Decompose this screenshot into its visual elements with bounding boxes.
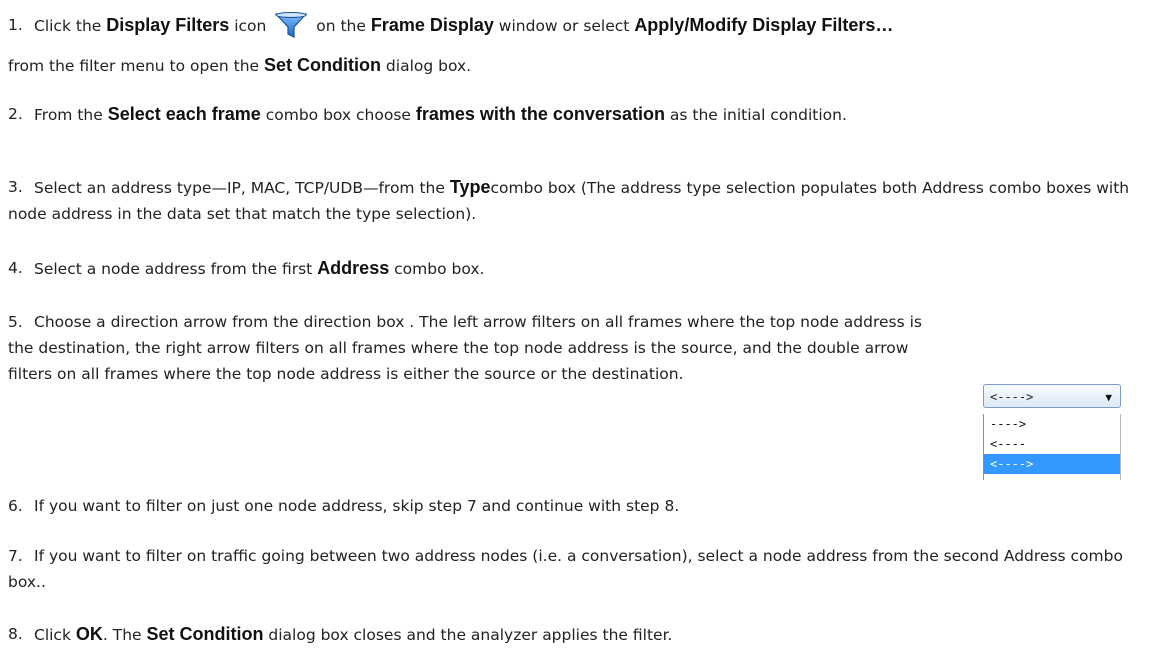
step-3: 3. Select an address type—IP, MAC, TCP/U…	[8, 174, 1155, 227]
step-number: 7.	[8, 547, 23, 565]
step-2: 2. From the Select each frame combo box …	[8, 101, 1155, 128]
step-number: 5.	[8, 313, 23, 331]
step-number: 4.	[8, 259, 23, 277]
step-text: If you want to filter on traffic going b…	[8, 547, 1123, 591]
step-number: 6.	[8, 497, 23, 515]
direction-combo-selected[interactable]: <----> ▼	[983, 384, 1121, 408]
direction-combo-value: <---->	[990, 390, 1034, 404]
direction-option-both[interactable]: <---->	[984, 454, 1120, 474]
dropdown-triangle-icon[interactable]: ▼	[1105, 386, 1112, 410]
step-5: 5. Choose a direction arrow from the dir…	[8, 309, 928, 387]
direction-combo-list: ----> <---- <---->	[983, 414, 1121, 480]
document-page: 1. Click the Display Filters icon on the…	[0, 0, 1159, 661]
direction-option-right[interactable]: ---->	[984, 414, 1120, 434]
step-4: 4. Select a node address from the first …	[8, 255, 1155, 282]
step-text: Choose a direction arrow from the direct…	[8, 313, 922, 383]
step-text: Select a node address from the first Add…	[34, 258, 485, 278]
step-text: Click the Display Filters icon on the Fr…	[8, 12, 893, 75]
step-number: 1.	[8, 16, 23, 34]
step-text: If you want to filter on just one node a…	[34, 497, 680, 515]
step-7: 7. If you want to filter on traffic goin…	[8, 543, 1155, 595]
display-filter-icon	[273, 10, 309, 40]
step-6: 6. If you want to filter on just one nod…	[8, 493, 1155, 519]
step-text: Click OK. The Set Condition dialog box c…	[34, 624, 673, 644]
step-8: 8. Click OK. The Set Condition dialog bo…	[8, 621, 1155, 648]
direction-option-left[interactable]: <----	[984, 434, 1120, 454]
direction-combo-box[interactable]: <----> ▼ ----> <---- <---->	[983, 384, 1125, 480]
step-number: 3.	[8, 178, 23, 196]
step-text: Select an address type—IP, MAC, TCP/UDB—…	[8, 177, 1130, 223]
step-text: From the Select each frame combo box cho…	[34, 104, 847, 124]
step-number: 8.	[8, 625, 23, 643]
step-number: 2.	[8, 105, 23, 123]
step-1: 1. Click the Display Filters icon on the…	[8, 6, 908, 86]
